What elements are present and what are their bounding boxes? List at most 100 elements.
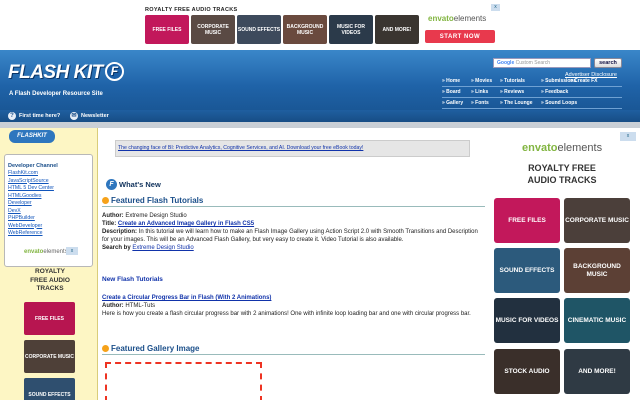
- top-ad-title: ROYALTY FREE AUDIO TRACKS: [145, 7, 238, 13]
- new-tutorial-entry: Create a Circular Progress Bar in Flash …: [102, 294, 482, 318]
- dev-link[interactable]: Developer: [8, 200, 89, 208]
- dev-link[interactable]: HTMLGoodies: [8, 193, 89, 201]
- left-sidebar: FLASHKIT Developer Channel FlashKit.com …: [0, 128, 98, 400]
- whats-new-label: What's New: [119, 180, 161, 189]
- new-tutorial-title-link[interactable]: Create a Circular Progress Bar in Flash …: [102, 295, 271, 301]
- top-ad-tile[interactable]: CORPORATE MUSIC: [191, 15, 235, 44]
- search-button[interactable]: search: [594, 58, 622, 68]
- right-ad-tile[interactable]: CORPORATE MUSIC: [564, 198, 630, 243]
- sidebar-ad-tile[interactable]: SOUND EFFECTS: [24, 378, 75, 400]
- right-ad-tile[interactable]: AND MORE!: [564, 349, 630, 394]
- nav-tutorials[interactable]: » Tutorials: [500, 78, 541, 84]
- search-by-label: Search by: [102, 245, 131, 251]
- top-ad-tile[interactable]: MUSIC FOR VIDEOS: [329, 15, 373, 44]
- featured-gallery-image[interactable]: [105, 362, 262, 400]
- sidebar-ad-tile[interactable]: FREE FILES: [24, 302, 75, 335]
- dev-link[interactable]: WebReference: [8, 230, 89, 238]
- right-ad-tile[interactable]: SOUND EFFECTS: [494, 248, 560, 293]
- dev-link[interactable]: WebDeveloper: [8, 223, 89, 231]
- first-time-label: First time here?: [19, 113, 61, 119]
- search-by-link[interactable]: Extreme Design Studio: [132, 245, 193, 251]
- right-envato-prefix: envato: [522, 142, 558, 154]
- sidebar-envato-logo: envatoelements: [24, 249, 68, 255]
- site-header: FLASH KIT F A Flash Developer Resource Si…: [0, 50, 640, 110]
- search-input[interactable]: Google Custom Search: [493, 58, 591, 68]
- right-envato-suffix: elements: [557, 142, 603, 154]
- section-bullet-icon: [102, 345, 109, 352]
- new-author-label: Author:: [102, 303, 124, 309]
- tutorial-title-link[interactable]: Create an Advanced Image Gallery in Flas…: [118, 221, 254, 227]
- flashkit-logo[interactable]: FLASH KIT F: [8, 62, 124, 84]
- section-bullet-icon: [102, 197, 109, 204]
- newsletter-icon: ✉: [70, 112, 78, 120]
- author-name: Extreme Design Studio: [125, 213, 187, 219]
- description-label: Description:: [102, 229, 138, 235]
- dev-link[interactable]: FlashKit.com: [8, 170, 89, 178]
- new-tutorial-description: Here is how you create a flash circular …: [102, 311, 471, 317]
- new-tutorials-heading[interactable]: New Flash Tutorials: [102, 276, 163, 283]
- envato-logo: envatoelements: [428, 14, 486, 23]
- top-ad-tile[interactable]: AND MORE!: [375, 15, 419, 44]
- sidebar-envato-suffix: elements: [43, 249, 68, 255]
- nav-fonts[interactable]: » Fonts: [471, 100, 500, 106]
- featured-gallery-heading: Featured Gallery Image: [102, 344, 485, 355]
- nav-sound-loops[interactable]: » Sound Loops: [541, 100, 577, 106]
- top-ad-tiles: FREE FILES CORPORATE MUSIC SOUND EFFECTS…: [145, 15, 419, 44]
- sidebar-ad-tile[interactable]: CORPORATE MUSIC: [24, 340, 75, 373]
- right-ad-tile[interactable]: MUSIC FOR VIDEOS: [494, 298, 560, 343]
- top-ad-tile[interactable]: FREE FILES: [145, 15, 189, 44]
- newsletter-link[interactable]: ✉ Newsletter: [70, 112, 109, 120]
- top-ad-tile[interactable]: BACKGROUND MUSIC: [283, 15, 327, 44]
- dev-link[interactable]: JavaScriptSource: [8, 178, 89, 186]
- nav-the-lounge[interactable]: » The Lounge: [500, 100, 541, 106]
- sub-bar: ? First time here? ✉ Newsletter: [0, 110, 640, 122]
- top-ad-tile[interactable]: SOUND EFFECTS: [237, 15, 281, 44]
- nav-row: » Board » Links » Reviews » Feedback: [442, 87, 622, 98]
- right-ad-tile[interactable]: CINEMATIC MUSIC: [564, 298, 630, 343]
- first-time-link[interactable]: ? First time here?: [8, 112, 60, 120]
- nav-links[interactable]: » Links: [471, 89, 500, 95]
- logo-text: FLASH KIT: [8, 62, 103, 83]
- search-placeholder: Custom Search: [515, 60, 551, 66]
- sidebar-ad-close-icon[interactable]: x: [66, 247, 78, 255]
- sidebar-logo[interactable]: FLASHKIT: [9, 130, 55, 143]
- envato-logo-prefix: envato: [428, 14, 454, 23]
- right-ad-title: ROYALTY FREE AUDIO TRACKS: [527, 163, 597, 185]
- nav-row: » Gallery » Fonts » The Lounge » Sound L…: [442, 98, 622, 109]
- ad-close-icon[interactable]: x: [491, 4, 500, 11]
- featured-tutorials-title: Featured Flash Tutorials: [111, 196, 204, 205]
- logo-f-icon: F: [104, 62, 124, 81]
- nav-submissions[interactable]: » Submissions: [541, 78, 576, 84]
- developer-channel-title: Developer Channel: [8, 163, 58, 169]
- ebook-banner-link[interactable]: The changing face of BI: Predictive Anal…: [115, 140, 470, 157]
- sidebar-envato-prefix: envato: [24, 249, 44, 255]
- nav-create-fx[interactable]: » Create FX: [570, 78, 599, 84]
- right-ad-tile[interactable]: FREE FILES: [494, 198, 560, 243]
- google-brand: Google: [497, 60, 515, 66]
- featured-tutorial-entry: Author: Extreme Design Studio Title: Cre…: [102, 212, 482, 252]
- featured-gallery-title: Featured Gallery Image: [111, 344, 200, 353]
- nav-row: » Home » Movies » Tutorials » Submission…: [442, 76, 622, 87]
- nav-movies[interactable]: » Movies: [471, 78, 500, 84]
- flashkit-f-icon: F: [106, 179, 117, 190]
- right-ad-close-icon[interactable]: x: [620, 132, 636, 141]
- whats-new-heading: F What's New: [106, 179, 161, 190]
- author-label: Author:: [102, 213, 124, 219]
- dev-link[interactable]: PHPBuilder: [8, 215, 89, 223]
- start-now-button[interactable]: START NOW: [425, 30, 495, 43]
- dev-link[interactable]: DevX: [8, 208, 89, 216]
- nav-reviews[interactable]: » Reviews: [500, 89, 541, 95]
- nav-gallery[interactable]: » Gallery: [442, 100, 471, 106]
- title-label: Title:: [102, 221, 117, 227]
- envato-logo-suffix: elements: [453, 14, 487, 23]
- nav-feedback[interactable]: » Feedback: [541, 89, 570, 95]
- tutorial-description: In this tutorial we will learn how to ma…: [102, 229, 478, 243]
- dev-link[interactable]: HTML 5 Dev Center: [8, 185, 89, 193]
- right-ad[interactable]: x envatoelements ROYALTY FREE AUDIO TRAC…: [492, 128, 640, 400]
- right-ad-tile[interactable]: BACKGROUND MUSIC: [564, 248, 630, 293]
- right-envato-logo: envatoelements: [522, 142, 602, 154]
- nav-board[interactable]: » Board: [442, 89, 471, 95]
- top-ad-banner[interactable]: ROYALTY FREE AUDIO TRACKS FREE FILES COR…: [0, 0, 640, 50]
- nav-home[interactable]: » Home: [442, 78, 471, 84]
- right-ad-tile[interactable]: STOCK AUDIO: [494, 349, 560, 394]
